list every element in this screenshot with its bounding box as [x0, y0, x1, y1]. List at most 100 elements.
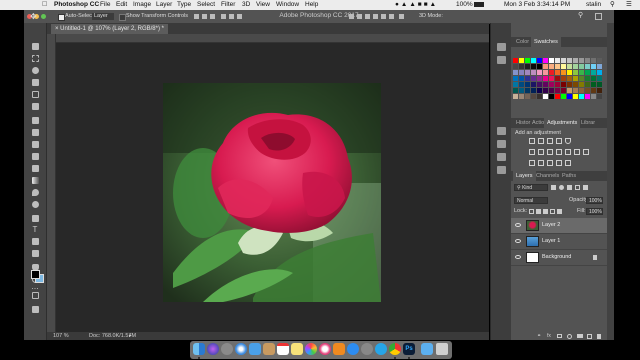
ibooks-icon[interactable]: [333, 343, 345, 355]
swatch[interactable]: [555, 76, 560, 81]
swatch[interactable]: [531, 88, 536, 93]
levels-icon[interactable]: [538, 138, 544, 144]
siri-icon[interactable]: [207, 343, 219, 355]
new-layer-icon[interactable]: [587, 334, 592, 339]
blend-mode-dropdown[interactable]: Normal: [514, 197, 548, 204]
swatch[interactable]: [549, 58, 554, 63]
curves-icon[interactable]: [547, 138, 553, 144]
downloads-folder-icon[interactable]: [421, 343, 433, 355]
swatch[interactable]: [573, 64, 578, 69]
swatch[interactable]: [585, 94, 590, 99]
blur-tool[interactable]: [30, 188, 40, 197]
swatch[interactable]: [543, 70, 548, 75]
paragraph-panel-icon[interactable]: [497, 140, 506, 148]
swatch[interactable]: [543, 76, 548, 81]
distribute-middle-icon[interactable]: [357, 14, 362, 19]
swatch[interactable]: [579, 82, 584, 87]
swatch[interactable]: [597, 76, 602, 81]
swatch[interactable]: [561, 76, 566, 81]
swatch[interactable]: [549, 64, 554, 69]
swatch[interactable]: [519, 94, 524, 99]
foreground-color-swatch[interactable]: [31, 270, 40, 279]
swatch[interactable]: [579, 76, 584, 81]
color-balance-icon[interactable]: [547, 149, 553, 155]
notes-icon[interactable]: [291, 343, 303, 355]
swatch[interactable]: [537, 76, 542, 81]
filter-adjustment-icon[interactable]: [559, 185, 564, 190]
swatch[interactable]: [573, 82, 578, 87]
battery-icon[interactable]: [474, 2, 484, 7]
swatch[interactable]: [525, 82, 530, 87]
black-white-icon[interactable]: [556, 149, 562, 155]
swatch[interactable]: [525, 88, 530, 93]
vibrance-icon[interactable]: [529, 149, 535, 155]
document-tab[interactable]: × Untitled-1 @ 107% (Layer 2, RGB/8*) *: [51, 24, 168, 34]
quick-mask-icon[interactable]: [30, 291, 40, 300]
photos-icon[interactable]: [305, 343, 317, 355]
calendar-icon[interactable]: [277, 343, 289, 355]
swatch[interactable]: [513, 82, 518, 87]
itunes-icon[interactable]: [319, 343, 331, 355]
swatch[interactable]: [549, 76, 554, 81]
swatch[interactable]: [543, 58, 548, 63]
swatch[interactable]: [573, 58, 578, 63]
swatch[interactable]: [567, 70, 572, 75]
distribute-right-icon[interactable]: [389, 14, 394, 19]
swatch[interactable]: [597, 94, 602, 99]
link-layers-icon[interactable]: ⚭: [537, 333, 541, 339]
visibility-eye-icon[interactable]: [515, 223, 521, 227]
swatch[interactable]: [555, 82, 560, 87]
tab-libraries[interactable]: Librar: [578, 118, 598, 128]
brush-tool[interactable]: [30, 128, 40, 137]
crop-tool[interactable]: [30, 90, 40, 99]
swatch[interactable]: [531, 94, 536, 99]
swatch[interactable]: [537, 64, 542, 69]
swatch[interactable]: [597, 88, 602, 93]
swatch[interactable]: [585, 88, 590, 93]
swatch[interactable]: [597, 58, 602, 63]
finder-icon[interactable]: [193, 343, 205, 355]
swatch[interactable]: [573, 70, 578, 75]
photoshop-icon[interactable]: Ps: [403, 343, 415, 355]
swatch[interactable]: [519, 76, 524, 81]
healing-brush-tool[interactable]: [30, 116, 40, 125]
layer-row-layer-2[interactable]: Layer 2: [511, 218, 607, 234]
pen-tool[interactable]: [30, 214, 40, 223]
swatch[interactable]: [567, 58, 572, 63]
tab-paths[interactable]: Paths: [559, 171, 579, 181]
status-expand-icon[interactable]: ▸: [129, 332, 132, 340]
swatch[interactable]: [531, 82, 536, 87]
swatch[interactable]: [579, 70, 584, 75]
filter-type-icon[interactable]: [567, 185, 572, 190]
exposure-icon[interactable]: [556, 138, 562, 144]
swatch[interactable]: [573, 88, 578, 93]
tab-color[interactable]: Color: [513, 37, 532, 47]
swatches-grid[interactable]: [513, 58, 603, 126]
swatch[interactable]: [531, 64, 536, 69]
lock-transparent-icon[interactable]: [529, 209, 534, 214]
swatch[interactable]: [579, 88, 584, 93]
swatch[interactable]: [525, 64, 530, 69]
swatch[interactable]: [543, 88, 548, 93]
swatch[interactable]: [591, 94, 596, 99]
properties-panel-icon[interactable]: [497, 56, 506, 64]
auto-align-icon[interactable]: [399, 14, 404, 19]
menu-list-icon[interactable]: ☰: [626, 0, 632, 10]
layer-style-icon[interactable]: fx: [547, 333, 551, 339]
swatch[interactable]: [561, 58, 566, 63]
distribute-bottom-icon[interactable]: [365, 14, 370, 19]
lasso-tool[interactable]: [30, 66, 40, 75]
selective-color-icon[interactable]: [556, 160, 562, 166]
workspace-switcher-icon[interactable]: [595, 13, 602, 20]
mail-icon[interactable]: [249, 343, 261, 355]
add-mask-icon[interactable]: [557, 334, 562, 338]
tab-adjustments[interactable]: Adjustments: [544, 118, 581, 128]
history-brush-tool[interactable]: [30, 152, 40, 161]
swatch[interactable]: [543, 82, 548, 87]
delete-layer-icon[interactable]: [597, 334, 601, 339]
brightness-contrast-icon[interactable]: [529, 138, 535, 144]
app-store-icon[interactable]: [347, 343, 359, 355]
filter-shape-icon[interactable]: [575, 185, 580, 190]
swatch[interactable]: [555, 58, 560, 63]
path-selection-tool[interactable]: [30, 237, 40, 246]
